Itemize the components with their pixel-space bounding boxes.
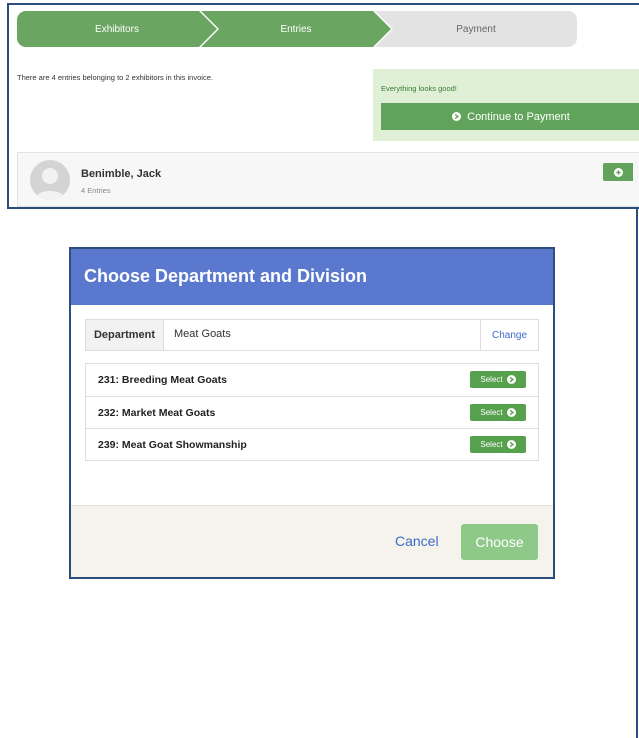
user-avatar-icon xyxy=(30,160,70,200)
continue-to-payment-button[interactable]: Continue to Payment xyxy=(381,103,639,130)
status-text: Everything looks good! xyxy=(381,84,457,93)
progress-steps: Exhibitors Entries Payment xyxy=(17,11,577,47)
division-item: 231: Breeding Meat Goats Select xyxy=(86,364,538,396)
circle-arrow-right-icon xyxy=(506,408,516,417)
add-entry-button[interactable] xyxy=(603,163,633,181)
invoice-summary: There are 4 entries belonging to 2 exhib… xyxy=(17,73,213,82)
select-label: Select xyxy=(480,375,503,384)
exhibitor-entry-count: 4 Entries xyxy=(81,186,111,195)
invoice-screenshot: Exhibitors Entries Payment There are 4 e… xyxy=(7,3,639,209)
modal-footer: Cancel Choose xyxy=(71,505,553,577)
status-panel: Everything looks good! Continue to Payme… xyxy=(373,69,639,141)
exhibitor-row[interactable]: Benimble, Jack 4 Entries xyxy=(17,152,639,207)
circle-arrow-right-icon xyxy=(506,440,516,449)
choose-department-modal: Choose Department and Division Departmen… xyxy=(69,247,555,579)
step-payment[interactable]: Payment xyxy=(375,11,577,47)
step-label: Exhibitors xyxy=(95,23,139,35)
choose-button[interactable]: Choose xyxy=(461,524,538,560)
modal-header: Choose Department and Division xyxy=(71,249,553,305)
division-label: 239: Meat Goat Showmanship xyxy=(98,439,247,451)
change-department-link[interactable]: Change xyxy=(480,320,538,350)
department-row: Department Meat Goats Change xyxy=(85,319,539,351)
step-label: Entries xyxy=(280,23,312,35)
cancel-button[interactable]: Cancel xyxy=(395,533,439,549)
department-label: Department xyxy=(86,320,164,350)
continue-label: Continue to Payment xyxy=(467,110,570,123)
division-label: 231: Breeding Meat Goats xyxy=(98,374,227,386)
circle-arrow-right-icon xyxy=(506,375,516,384)
select-division-button[interactable]: Select xyxy=(470,371,526,388)
select-label: Select xyxy=(480,440,503,449)
select-division-button[interactable]: Select xyxy=(470,404,526,421)
plus-circle-icon xyxy=(613,167,623,177)
department-value: Meat Goats xyxy=(174,328,231,340)
division-item: 232: Market Meat Goats Select xyxy=(86,396,538,428)
division-item: 239: Meat Goat Showmanship Select xyxy=(86,428,538,460)
step-entries[interactable]: Entries xyxy=(201,11,391,47)
select-division-button[interactable]: Select xyxy=(470,436,526,453)
exhibitor-name: Benimble, Jack xyxy=(81,168,162,180)
division-label: 232: Market Meat Goats xyxy=(98,407,216,419)
step-label: Payment xyxy=(456,23,496,35)
circle-arrow-right-icon xyxy=(452,112,462,121)
modal-title: Choose Department and Division xyxy=(84,266,368,286)
division-list: 231: Breeding Meat Goats Select 232: Mar… xyxy=(85,363,539,461)
select-label: Select xyxy=(480,408,503,417)
frame-divider xyxy=(636,209,638,738)
step-exhibitors[interactable]: Exhibitors xyxy=(17,11,217,47)
